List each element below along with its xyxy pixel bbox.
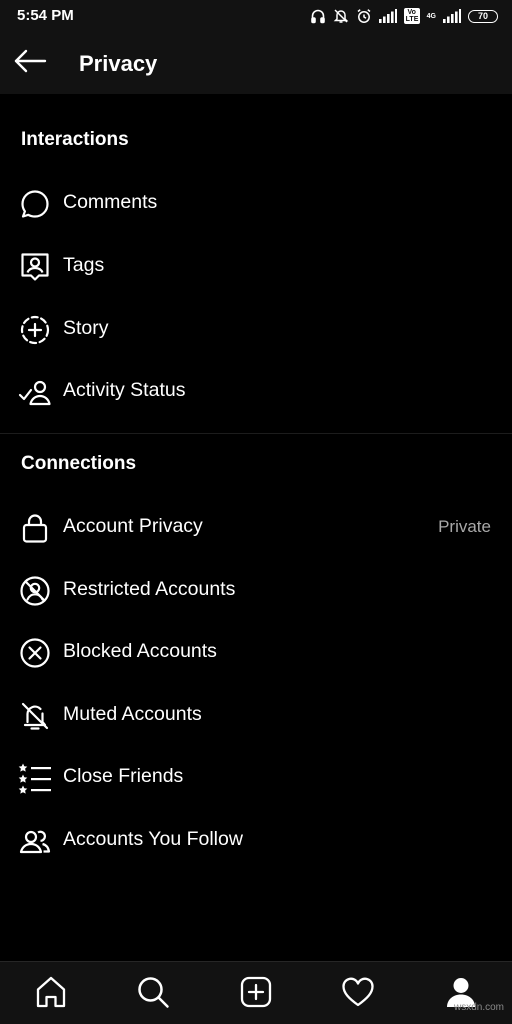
lock-icon [18,511,52,545]
menu-item-label: Comments [63,191,158,213]
battery-level: 70 [477,10,488,21]
bottom-nav [0,961,512,1024]
menu-item-label: Tags [63,254,105,276]
bell-off-icon [333,8,349,24]
menu-item-activity-status[interactable]: Activity Status [0,363,512,419]
menu-item-label: Activity Status [63,379,186,401]
menu-item-story[interactable]: Story [0,301,512,357]
page-title: Privacy [79,51,158,76]
heart-icon [341,976,375,1013]
back-button[interactable] [8,44,52,82]
back-arrow-icon [13,48,47,79]
menu-item-label: Blocked Accounts [63,640,217,662]
comment-icon [18,187,52,221]
nav-home-button[interactable] [31,974,71,1014]
home-icon [34,975,68,1014]
muted-bell-icon [18,699,52,733]
menu-item-blocked-accounts[interactable]: Blocked Accounts [0,624,512,680]
menu-item-label: Accounts You Follow [63,828,243,850]
menu-item-label: Close Friends [63,765,184,787]
network-type: 4G [426,12,436,20]
battery-icon: 70 [468,9,498,23]
signal-icon [378,9,397,23]
section-header-interactions: Interactions [21,129,129,150]
close-friends-icon [18,761,52,795]
menu-item-comments[interactable]: Comments [0,175,512,231]
account-privacy-value: Private [438,517,491,536]
menu-item-label: Restricted Accounts [63,578,236,600]
watermark: wsxdn.com [453,1002,504,1013]
menu-item-muted-accounts[interactable]: Muted Accounts [0,687,512,743]
story-icon [18,313,52,347]
menu-item-label: Story [63,317,109,339]
app-header: Privacy [0,32,512,94]
status-icons: Vo LTE 4G 70 [310,6,498,26]
menu-item-restricted-accounts[interactable]: Restricted Accounts [0,562,512,618]
volte-badge: Vo LTE [403,8,420,24]
headphones-icon [310,8,326,24]
status-time: 5:54 PM [17,7,74,24]
menu-item-close-friends[interactable]: Close Friends [0,749,512,805]
menu-item-account-privacy[interactable]: Account Privacy Private [0,499,512,555]
nav-activity-button[interactable] [338,974,378,1014]
alarm-icon [356,8,372,24]
menu-item-label: Account Privacy [63,515,203,537]
blocked-icon [18,636,52,670]
restricted-icon [18,574,52,608]
nav-new-post-button[interactable] [236,974,276,1014]
section-divider [0,433,512,434]
menu-item-tags[interactable]: Tags [0,238,512,294]
section-header-connections: Connections [21,453,137,474]
status-bar: 5:54 PM Vo LTE 4G 70 [0,0,512,32]
signal-icon-2 [443,9,461,23]
people-icon [18,824,52,858]
menu-item-label: Muted Accounts [63,703,202,725]
tag-icon [18,250,52,284]
activity-status-icon [18,375,52,409]
new-post-icon [239,975,273,1014]
menu-item-accounts-you-follow[interactable]: Accounts You Follow [0,812,512,868]
nav-search-button[interactable] [133,974,173,1014]
search-icon [136,975,170,1014]
